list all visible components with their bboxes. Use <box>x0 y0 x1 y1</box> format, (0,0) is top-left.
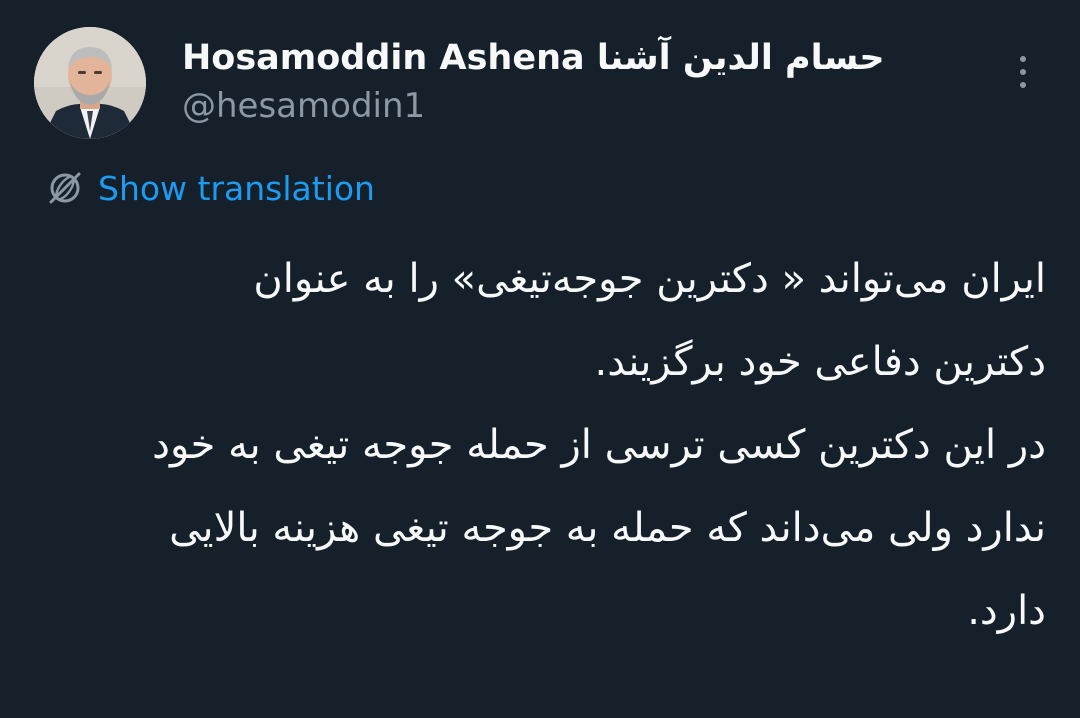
more-options-button[interactable] <box>1010 50 1036 94</box>
tweet-card: Hosamoddin Ashena حسام الدین آشنا @hesam… <box>0 0 1080 718</box>
show-translation-link[interactable]: Show translation <box>46 166 375 210</box>
tweet-text: ایران می‌تواند « دکترین جوجه‌تیغی» را به… <box>46 250 1046 641</box>
tweet-text-line: دکترین دفاعی خود برگزیند. <box>594 339 1046 385</box>
avatar-photo-icon <box>34 27 146 139</box>
author-name-latin: Hosamoddin Ashena <box>182 38 585 78</box>
tweet-text-line: در این دکترین کسی ترسی از حمله جوجه تیغی… <box>152 422 1046 468</box>
tweet-text-line: ایران می‌تواند « دکترین جوجه‌تیغی» را به… <box>253 256 1046 302</box>
author-handle[interactable]: @hesamodin1 <box>182 86 425 126</box>
avatar[interactable] <box>34 27 146 139</box>
show-translation-label: Show translation <box>98 168 375 208</box>
tweet-text-line: دارد. <box>967 588 1046 634</box>
author-display-name[interactable]: Hosamoddin Ashena حسام الدین آشنا <box>182 38 885 78</box>
translate-globe-icon <box>46 169 84 207</box>
author-name-persian: حسام الدین آشنا <box>596 38 885 78</box>
tweet-text-line: ندارد ولی می‌داند که حمله به جوجه تیغی ه… <box>169 505 1046 551</box>
